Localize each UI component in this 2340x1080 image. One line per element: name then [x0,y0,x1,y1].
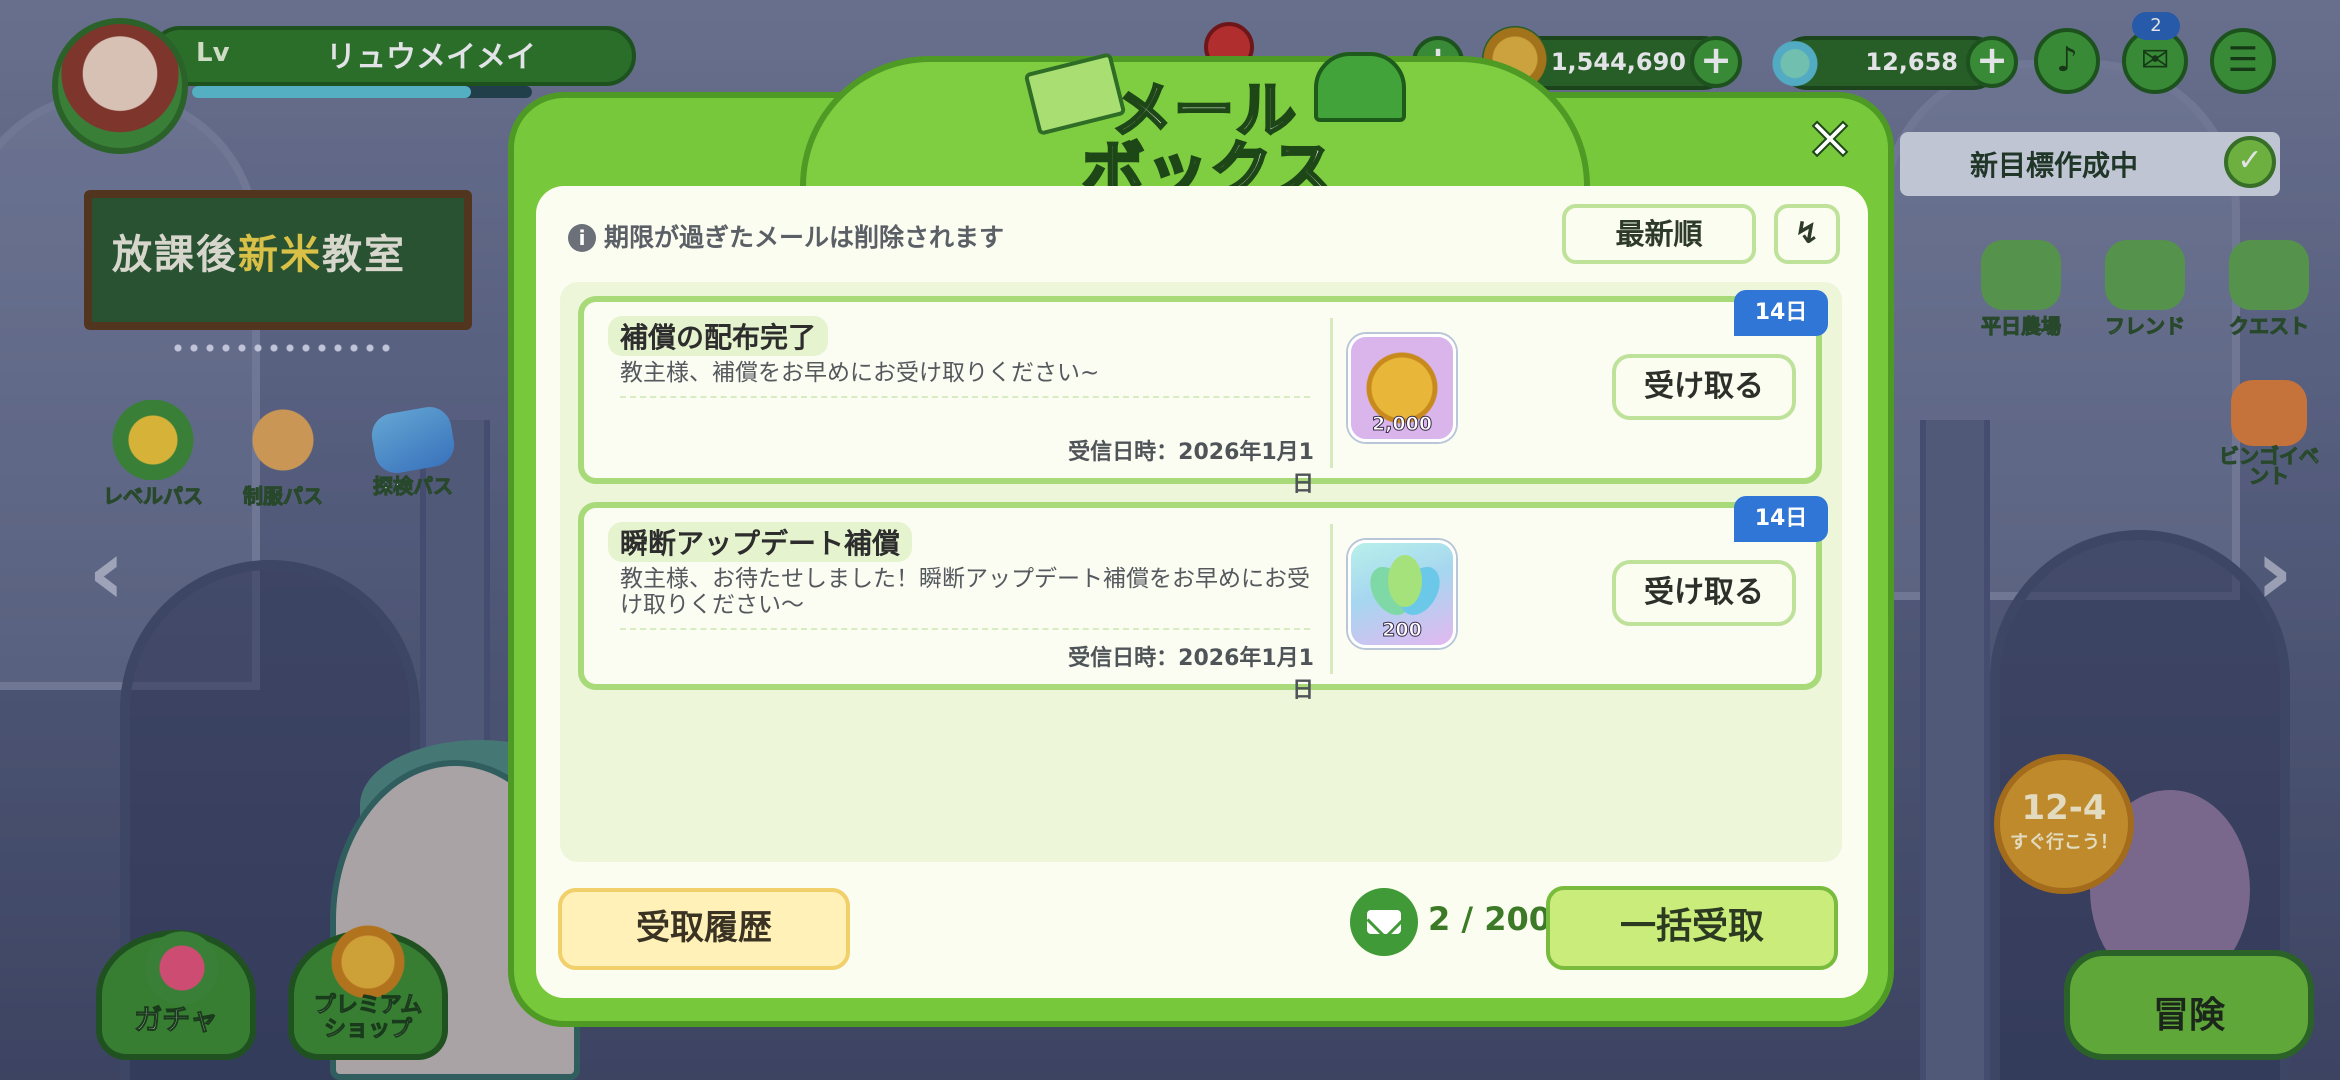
mail-divider [1330,524,1333,674]
mail-title: 瞬断アップデート補償 [608,522,913,562]
mailbox-icon [1314,52,1406,122]
sort-button[interactable]: 最新順 [1562,204,1756,264]
days-left-badge: 14日 [1734,290,1828,336]
mail-item[interactable]: 瞬断アップデート補償 教主様、お待たせしました！瞬断アップデート補償をお早めにお… [578,496,1828,703]
mail-body: 教主様、お待たせしました！瞬断アップデート補償をお早めにお受け取りください～ [620,566,1310,630]
mail-body: 教主様、補償をお早めにお受け取りください~ [620,360,1310,398]
receive-button[interactable]: 受け取る [1612,560,1796,626]
reward-quantity: 200 [1382,619,1423,642]
info-icon: i [568,224,596,252]
mail-count: 2 / 200 [1428,900,1552,938]
receive-history-button[interactable]: 受取履歴 [558,888,850,970]
days-left-badge: 14日 [1734,496,1828,542]
leaf-gem-icon[interactable]: 200 [1348,540,1456,648]
claim-all-button[interactable]: 一括受取 [1546,886,1838,970]
envelope-icon [1350,888,1418,956]
gold-coin-icon[interactable]: 2,000 [1348,334,1456,442]
reward-quantity: 2,000 [1371,413,1433,436]
mail-divider [1330,318,1333,468]
mail-date: 受信日時：2026年1月1日 [1068,440,1314,497]
mail-title: 補償の配布完了 [608,316,829,356]
receive-button[interactable]: 受け取る [1612,354,1796,420]
mail-date: 受信日時：2026年1月1日 [1068,646,1314,703]
mail-item[interactable]: 補償の配布完了 教主様、補償をお早めにお受け取りください~ 受信日時：2026年… [578,290,1828,497]
sort-direction-icon[interactable]: ↯ [1774,204,1840,264]
expiry-notice: i 期限が過ぎたメールは削除されます [568,218,1004,254]
close-icon[interactable]: ✕ [1802,110,1858,170]
